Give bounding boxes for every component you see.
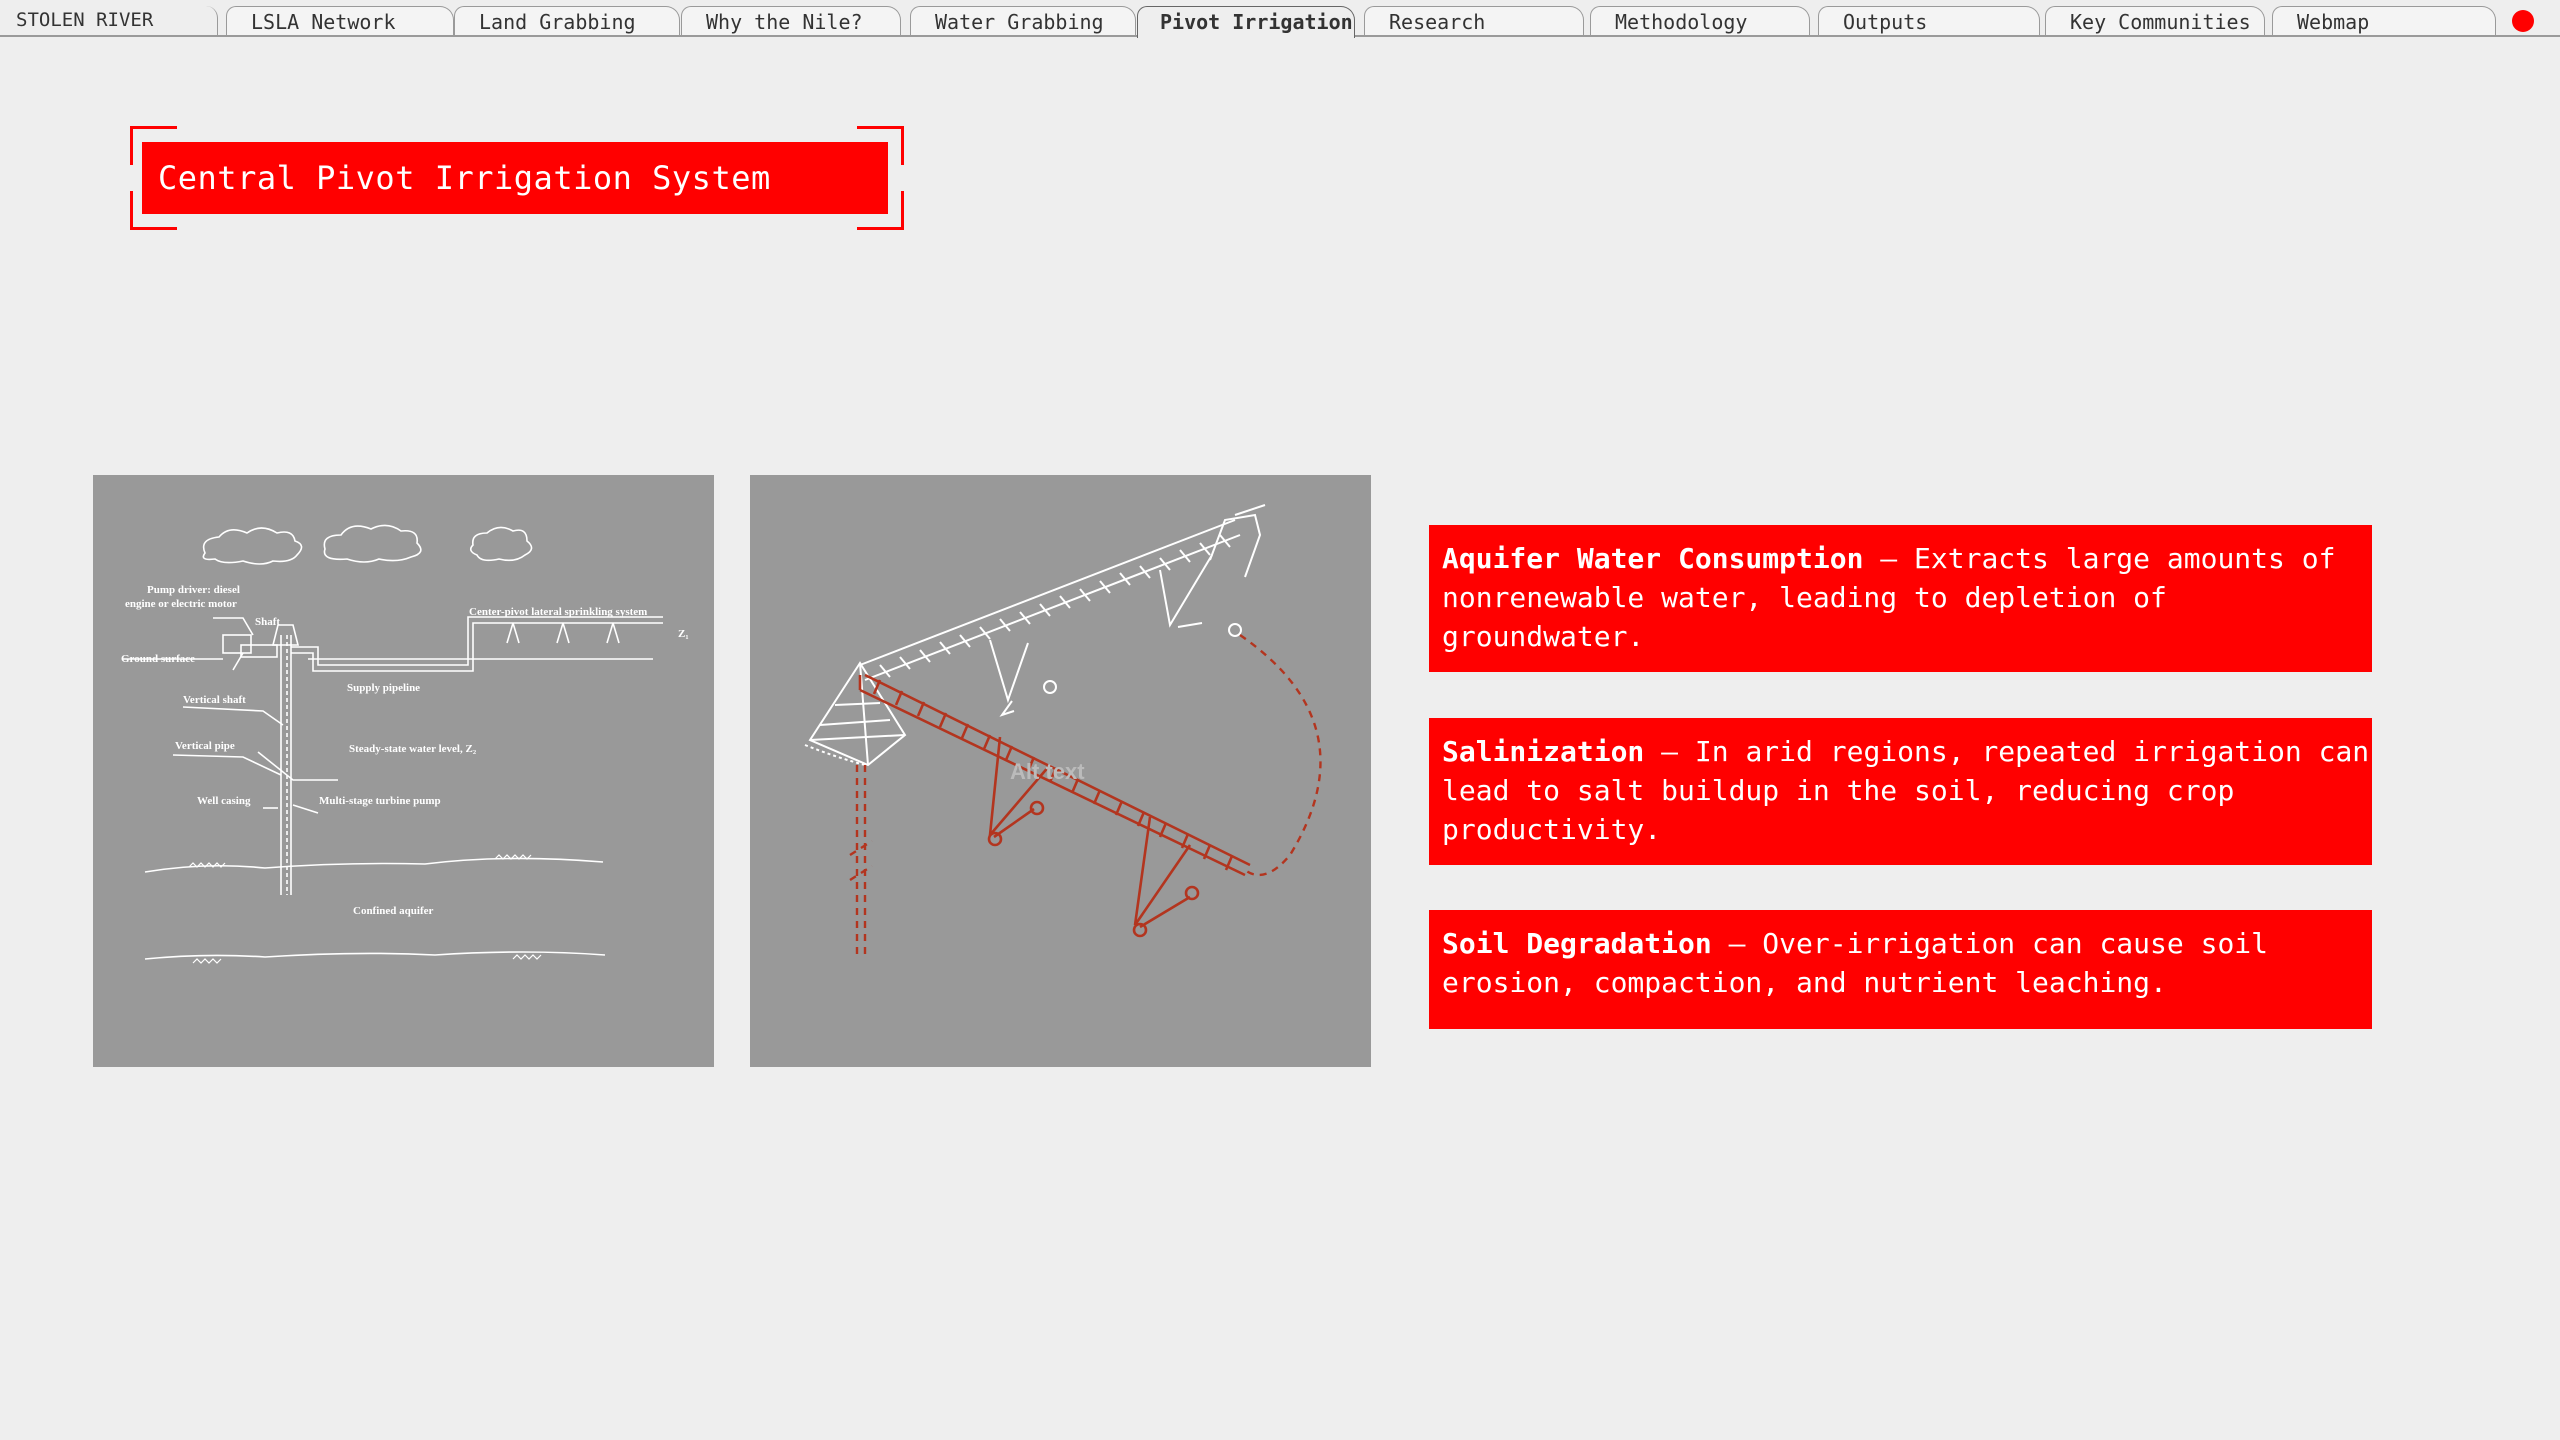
label-pump-driver: Pump driver: diesel [147,584,240,596]
pivot-tower-icon [804,661,907,767]
label-well-casing: Well casing [197,795,251,807]
label-confined-aquifer: Confined aquifer [353,905,433,917]
page-title: Central Pivot Irrigation System [142,142,888,214]
cloud-icon [202,524,533,565]
card-title: Aquifer Water Consumption [1442,542,1864,575]
label-steady-state: Steady-state water level, Z₂ [349,743,477,755]
label-ground-surface: Ground surface [121,653,195,665]
tab-methodology[interactable]: Methodology [1590,6,1810,36]
tab-outputs[interactable]: Outputs [1818,6,2040,36]
status-dot-icon[interactable] [2512,10,2534,32]
pivot-lateral-red [858,673,1251,938]
pivot-3d-illustration: Alt text [804,504,1322,955]
tab-research[interactable]: Research [1364,6,1584,36]
well-diagram-illustration: Pump driver: diesel engine or electric m… [121,524,689,964]
info-card-salinization: Salinization — In arid regions, repeated… [1429,718,2372,865]
tab-pivot-irrigation[interactable]: Pivot Irrigation [1137,6,1355,38]
label-pump-driver-2: engine or electric motor [125,598,237,610]
card-title: Soil Degradation [1442,927,1712,960]
tab-water-grabbing[interactable]: Water Grabbing [910,6,1136,36]
label-z1: Z₁ [678,628,689,640]
alt-text-label: Alt text [1010,759,1085,784]
page-title-frame: Central Pivot Irrigation System [130,126,904,230]
tab-land-grabbing[interactable]: Land Grabbing [454,6,680,36]
label-vertical-shaft: Vertical shaft [183,694,246,706]
brand-label[interactable]: STOLEN RIVER [0,6,218,36]
card-title: Salinization [1442,735,1645,768]
label-vertical-pipe: Vertical pipe [175,740,235,752]
info-card-aquifer: Aquifer Water Consumption — Extracts lar… [1429,525,2372,672]
tab-key-communities[interactable]: Key Communities [2045,6,2265,36]
tab-lsla-network[interactable]: LSLA Network [226,6,454,36]
label-turbine-pump: Multi-stage turbine pump [319,795,441,807]
tab-webmap[interactable]: Webmap [2272,6,2496,36]
label-center-pivot: Center-pivot lateral sprinkling system [469,606,647,618]
pivot-lateral-white [859,504,1266,717]
pivot-illustration-image: Alt text [750,475,1371,1067]
well-diagram-image: Pump driver: diesel engine or electric m… [93,475,714,1067]
tab-bar: STOLEN RIVER LSLA Network Land Grabbing … [0,0,2560,38]
label-supply-pipeline: Supply pipeline [347,682,420,694]
info-card-soil-degradation: Soil Degradation — Over-irrigation can c… [1429,910,2372,1029]
irrigation-arc [849,634,1322,955]
tab-why-the-nile[interactable]: Why the Nile? [681,6,901,36]
label-shaft: Shaft [255,616,280,628]
